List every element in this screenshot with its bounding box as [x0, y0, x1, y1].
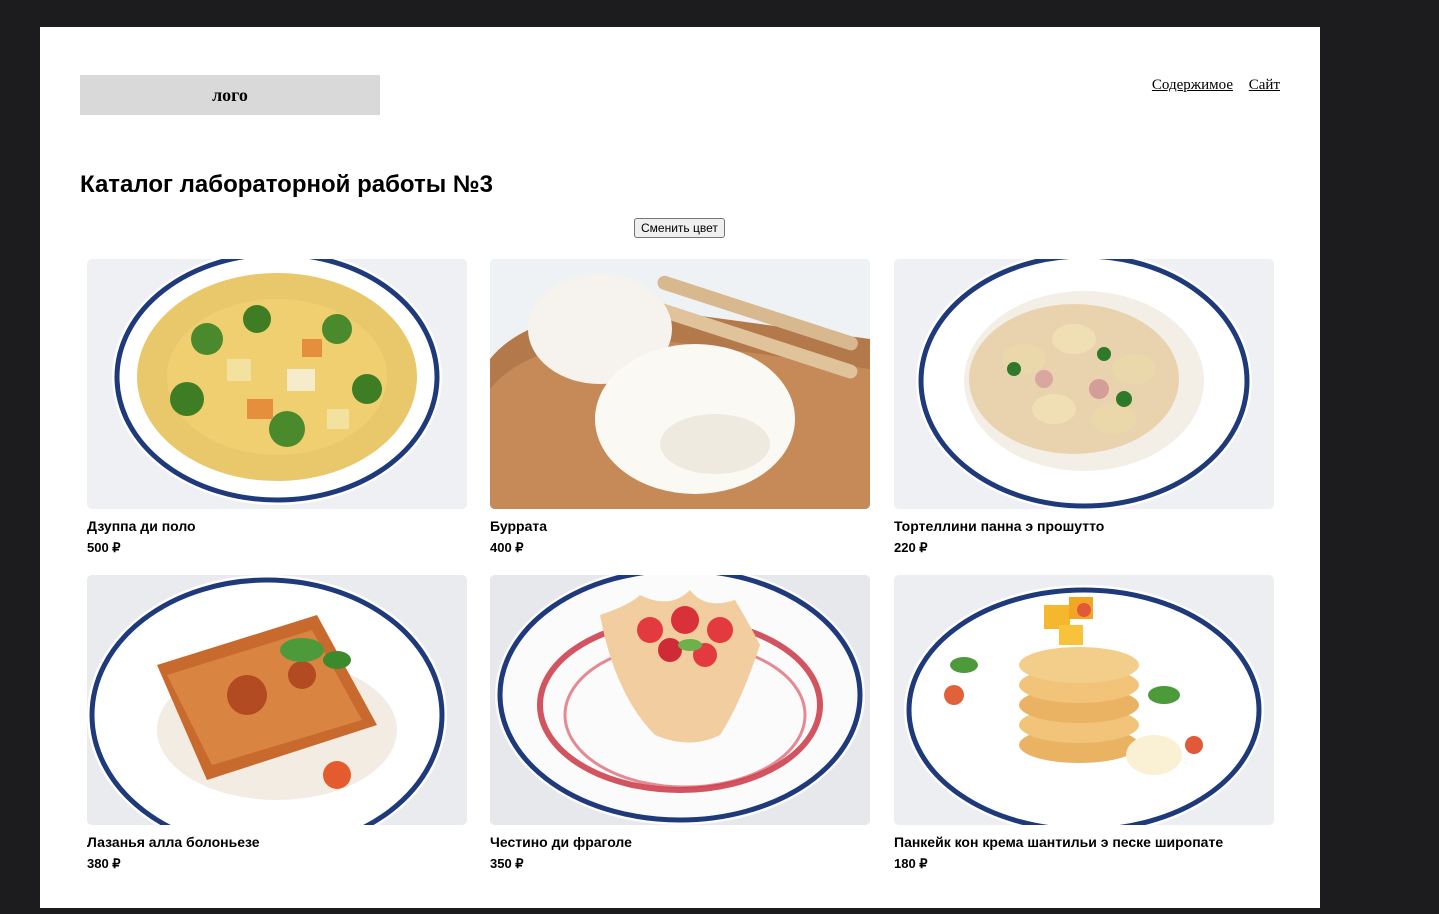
product-name: Дзуппа ди поло [87, 518, 196, 534]
product-image [87, 575, 467, 825]
product-price: 220 ₽ [894, 540, 928, 555]
product-price: 400 ₽ [490, 540, 524, 555]
product-price: 180 ₽ [894, 856, 928, 871]
product-card[interactable]: Панкейк кон крема шантильи э песке широп… [894, 575, 1274, 872]
product-card[interactable]: Дзуппа ди поло 500 ₽ [87, 259, 467, 556]
product-card[interactable]: Тортеллини панна э прошутто 220 ₽ [894, 259, 1274, 556]
product-price: 380 ₽ [87, 856, 121, 871]
product-image [894, 575, 1274, 825]
product-card[interactable]: Буррата 400 ₽ [490, 259, 870, 556]
product-image [894, 259, 1274, 509]
change-color-button[interactable]: Сменить цвет [634, 218, 725, 238]
product-price: 350 ₽ [490, 856, 524, 871]
page: лого Содержимое Сайт Каталог лабораторно… [40, 27, 1320, 908]
logo[interactable]: лого [80, 75, 380, 115]
product-name: Тортеллини панна э прошутто [894, 518, 1105, 534]
nav-link-contents[interactable]: Содержимое [1152, 77, 1233, 93]
product-name: Панкейк кон крема шантильи э песке широп… [894, 834, 1224, 850]
product-name: Буррата [490, 518, 548, 534]
product-image [490, 259, 870, 509]
product-image [87, 259, 467, 509]
top-nav: Содержимое Сайт [1140, 77, 1280, 94]
product-card[interactable]: Честино ди фраголе 350 ₽ [490, 575, 870, 872]
product-price: 500 ₽ [87, 540, 121, 555]
product-name: Лазанья алла болоньезе [87, 834, 260, 850]
product-card[interactable]: Лазанья алла болоньезе 380 ₽ [87, 575, 467, 872]
product-name: Честино ди фраголе [490, 834, 632, 850]
product-image [490, 575, 870, 825]
page-title: Каталог лабораторной работы №3 [80, 171, 493, 198]
nav-link-site[interactable]: Сайт [1249, 77, 1280, 93]
